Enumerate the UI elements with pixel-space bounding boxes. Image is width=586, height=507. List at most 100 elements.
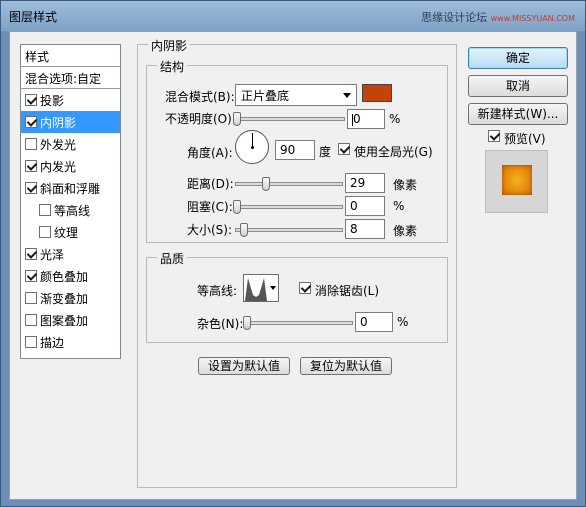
style-checkbox[interactable]: [25, 160, 37, 172]
dialog-body: 样式 混合选项:自定 投影 内阴影 外发光 内发光 斜面和浮雕 等高线 纹理 光泽 颜色叠加 渐变…: [9, 31, 577, 500]
style-list-item[interactable]: 等高线: [21, 199, 120, 221]
layer-style-dialog: 图层样式 思缘设计论坛 www.MISSYUAN.COM 样式 混合选项:自定 …: [0, 0, 586, 507]
style-list-item-label: 描边: [40, 335, 65, 350]
style-list-item[interactable]: 内阴影: [21, 111, 120, 133]
style-list-item[interactable]: 渐变叠加: [21, 287, 120, 309]
choke-slider[interactable]: [233, 200, 343, 214]
distance-label: 距离(D):: [187, 177, 234, 191]
style-checkbox[interactable]: [25, 94, 37, 106]
style-list-item-label: 内发光: [40, 159, 77, 174]
blend-mode-label: 混合模式(B):: [165, 90, 235, 104]
style-list-item-label: 斜面和浮雕: [40, 181, 101, 196]
angle-center: [251, 146, 254, 149]
style-checkbox[interactable]: [25, 248, 37, 260]
anti-alias-label[interactable]: 消除锯齿(L): [315, 282, 379, 299]
style-list-item[interactable]: 投影: [21, 89, 120, 111]
style-checkbox[interactable]: [25, 138, 37, 150]
blending-options-item[interactable]: 混合选项:自定: [21, 67, 120, 89]
reset-default-button[interactable]: 复位为默认值: [300, 357, 392, 375]
title-bar: 图层样式 思缘设计论坛 www.MISSYUAN.COM: [1, 1, 585, 31]
style-list-item[interactable]: 纹理: [21, 221, 120, 243]
noise-slider[interactable]: [243, 316, 353, 330]
choke-label: 阻塞(C):: [187, 200, 233, 214]
style-list: 样式 混合选项:自定 投影内阴影外发光内发光斜面和浮雕等高线纹理光泽颜色叠加渐变…: [20, 44, 121, 359]
contour-picker[interactable]: [243, 274, 279, 302]
style-checkbox[interactable]: [25, 182, 37, 194]
opacity-slider[interactable]: [233, 112, 345, 126]
style-list-item-label: 图案叠加: [40, 313, 89, 328]
style-checkbox[interactable]: [25, 270, 37, 282]
size-unit: 像素: [393, 224, 418, 238]
angle-label: 角度(A):: [187, 146, 233, 160]
quality-title: 品质: [157, 250, 188, 267]
style-list-item[interactable]: 斜面和浮雕: [21, 177, 120, 199]
opacity-label: 不透明度(O):: [165, 112, 236, 126]
inner-shadow-panel: 内阴影 结构 混合模式(B): 正片叠底 不透明度(O): 0 % 角度(A):: [137, 37, 457, 488]
style-checkbox[interactable]: [25, 314, 37, 326]
choke-slider-thumb[interactable]: [233, 200, 241, 214]
chevron-down-icon: [270, 286, 276, 290]
style-list-item[interactable]: 光泽: [21, 243, 120, 265]
contour-label: 等高线:: [197, 284, 238, 298]
dialog-title: 图层样式: [9, 10, 58, 24]
style-list-item-label: 渐变叠加: [40, 291, 89, 306]
style-list-item[interactable]: 图案叠加: [21, 309, 120, 331]
new-style-button[interactable]: 新建样式(W)...: [468, 103, 568, 125]
angle-input[interactable]: 90: [275, 140, 315, 160]
cancel-button[interactable]: 取消: [468, 75, 568, 97]
distance-input[interactable]: 29: [345, 173, 385, 193]
anti-alias-checkbox[interactable]: [299, 282, 311, 294]
ok-button[interactable]: 确定: [468, 47, 568, 69]
noise-label: 杂色(N):: [197, 317, 244, 331]
quality-group: 品质 等高线: 消除锯齿(L) 杂色(N): 0 %: [146, 250, 448, 343]
noise-slider-thumb[interactable]: [243, 316, 251, 330]
style-list-item-label: 等高线: [54, 203, 91, 218]
chevron-down-icon: [343, 93, 351, 98]
distance-slider[interactable]: [235, 177, 343, 191]
style-list-item[interactable]: 描边: [21, 331, 120, 353]
global-light-label[interactable]: 使用全局光(G): [354, 143, 433, 160]
size-input[interactable]: 8: [345, 219, 385, 239]
preview-checkbox[interactable]: [488, 130, 500, 142]
style-list-item-label: 投影: [40, 93, 65, 108]
style-list-item-label: 外发光: [40, 137, 77, 152]
noise-input[interactable]: 0: [355, 312, 393, 332]
angle-unit: 度: [319, 145, 332, 159]
choke-input[interactable]: 0: [345, 196, 385, 216]
preview-label[interactable]: 预览(V): [504, 130, 546, 147]
style-checkbox[interactable]: [39, 204, 51, 216]
opacity-input[interactable]: 0: [347, 109, 385, 129]
size-slider[interactable]: [235, 223, 343, 237]
style-list-header[interactable]: 样式: [21, 45, 120, 67]
style-list-item-label: 光泽: [40, 247, 65, 262]
noise-unit: %: [397, 315, 409, 329]
distance-unit: 像素: [393, 178, 418, 192]
panel-title: 内阴影: [148, 37, 191, 54]
shadow-color-swatch[interactable]: [362, 84, 392, 102]
style-list-item[interactable]: 外发光: [21, 133, 120, 155]
structure-title: 结构: [157, 58, 188, 75]
distance-slider-thumb[interactable]: [262, 177, 270, 191]
style-checkbox[interactable]: [25, 292, 37, 304]
preview-swatch: [502, 165, 532, 195]
style-checkbox[interactable]: [25, 336, 37, 348]
style-checkbox[interactable]: [25, 116, 37, 128]
size-slider-thumb[interactable]: [240, 223, 248, 237]
choke-unit: %: [393, 199, 405, 213]
structure-group: 结构 混合模式(B): 正片叠底 不透明度(O): 0 % 角度(A): 90 …: [146, 58, 448, 243]
style-list-item[interactable]: 颜色叠加: [21, 265, 120, 287]
make-default-button[interactable]: 设置为默认值: [198, 357, 290, 375]
blend-mode-dropdown[interactable]: 正片叠底: [235, 84, 357, 106]
opacity-unit: %: [389, 112, 401, 126]
style-list-item-label: 内阴影: [40, 115, 77, 130]
angle-dial[interactable]: [235, 130, 269, 164]
opacity-slider-thumb[interactable]: [233, 112, 241, 126]
blend-mode-value: 正片叠底: [241, 89, 290, 103]
style-preview: [485, 150, 548, 213]
style-list-item[interactable]: 内发光: [21, 155, 120, 177]
global-light-checkbox[interactable]: [338, 143, 350, 155]
style-list-item-label: 纹理: [54, 225, 79, 240]
style-checkbox[interactable]: [39, 226, 51, 238]
contour-curve-icon: [245, 278, 267, 301]
style-list-item-label: 颜色叠加: [40, 269, 89, 284]
